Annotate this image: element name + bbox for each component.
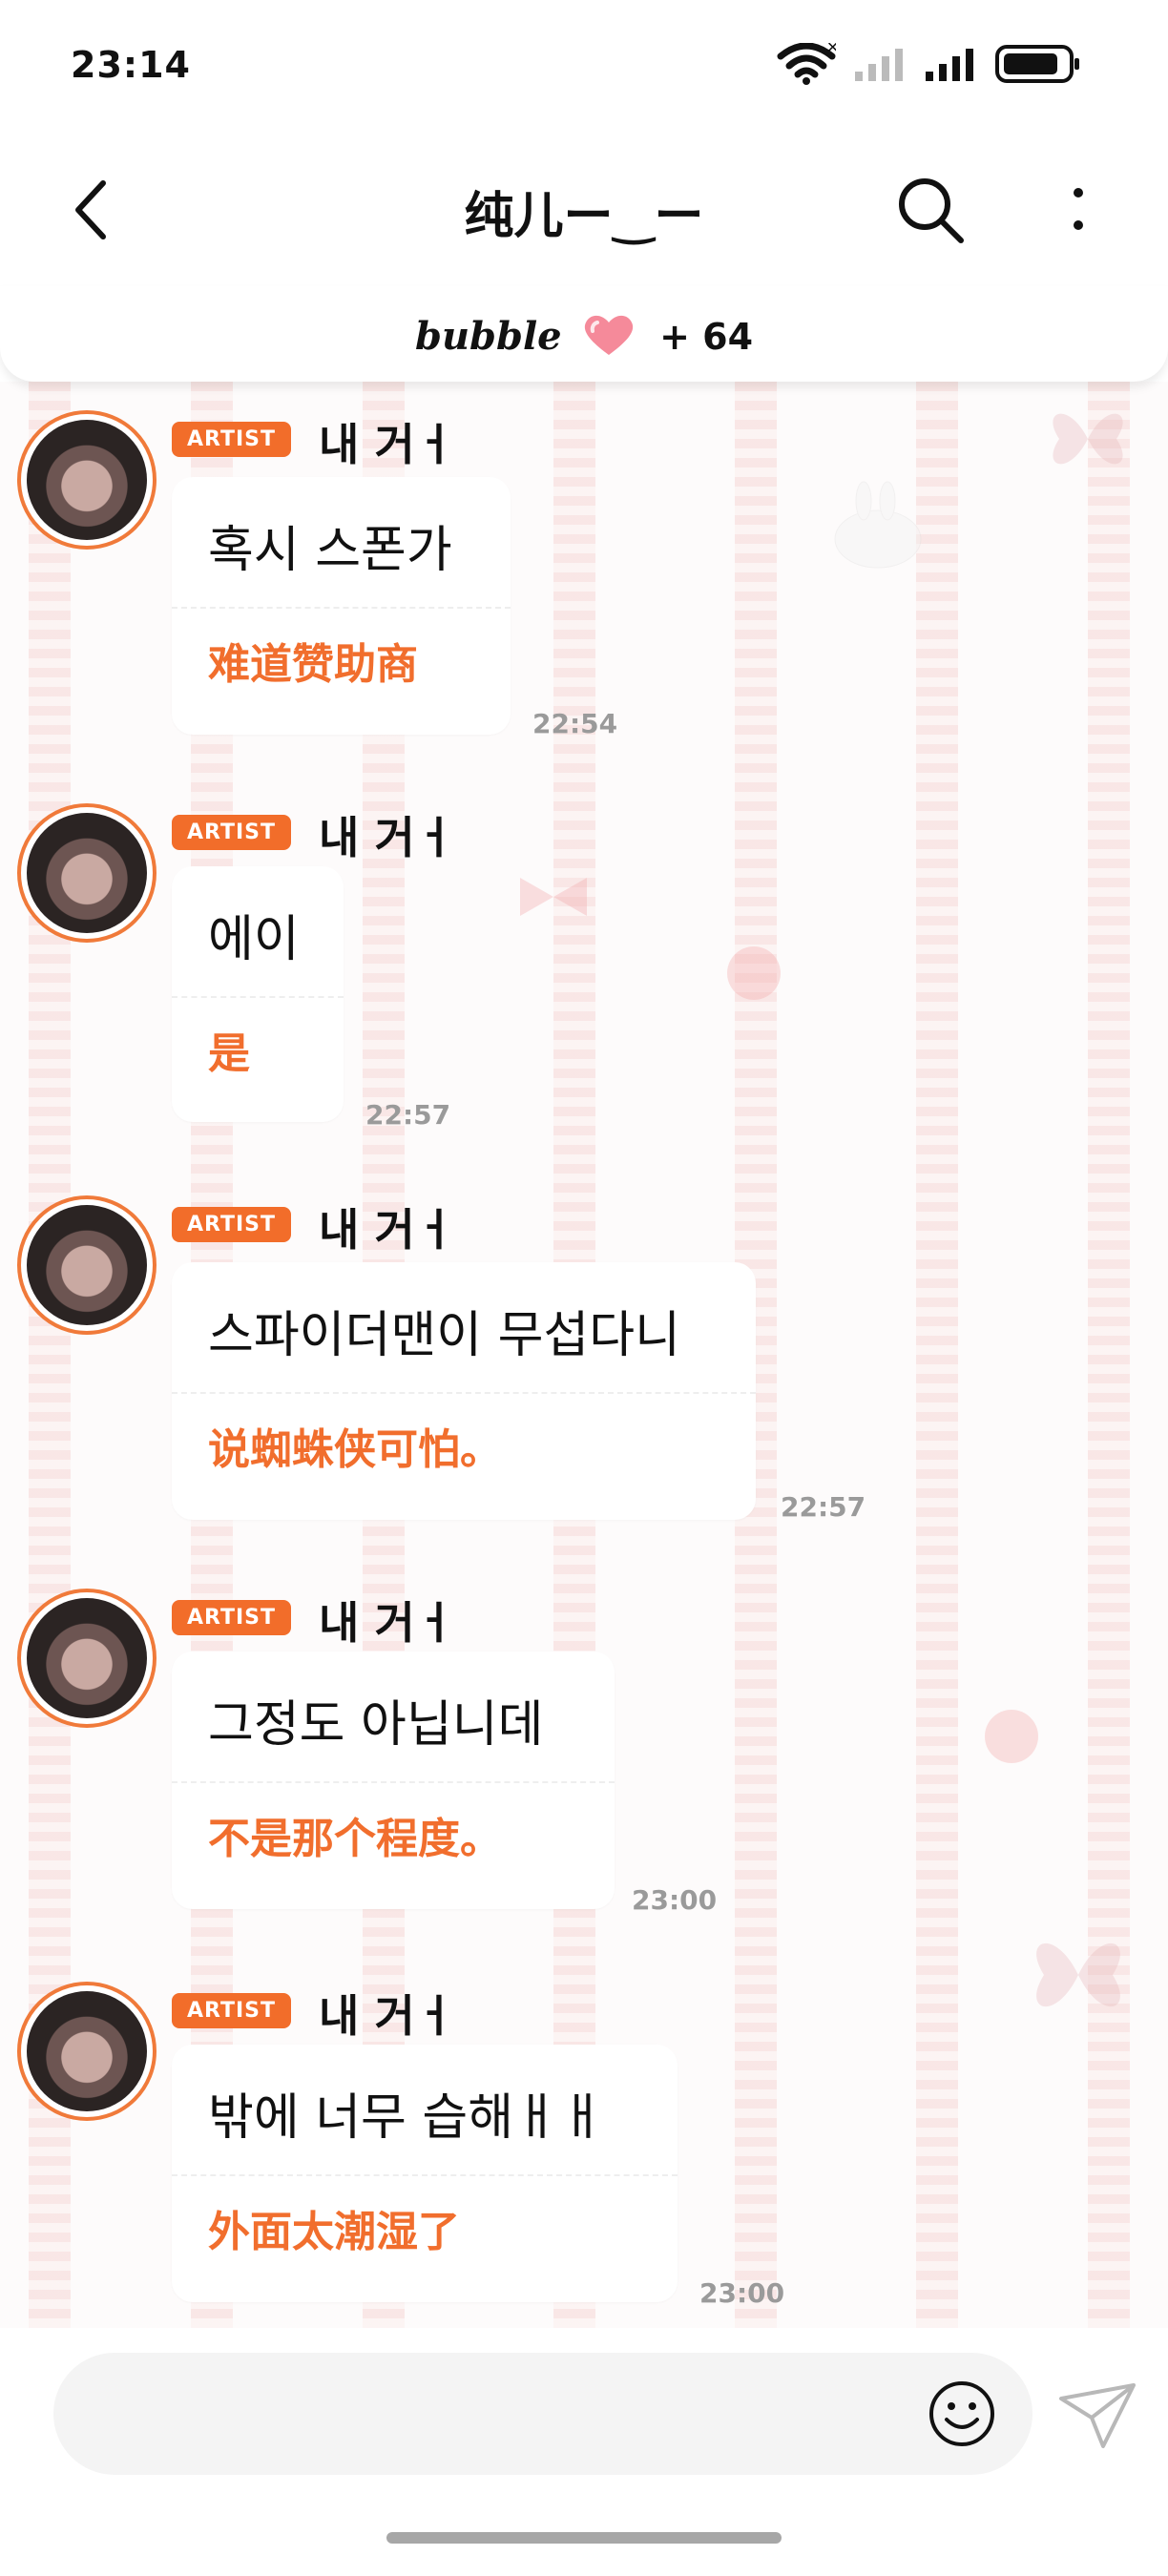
avatar-image: [27, 1598, 147, 1718]
wifi-icon: ✕: [777, 43, 836, 85]
status-time: 23:14: [71, 44, 191, 86]
artist-badge: ARTIST: [172, 422, 292, 457]
status-bar: 23:14 ✕: [0, 0, 1168, 134]
heart-icon: [584, 315, 633, 355]
message-text-chinese: 说蜘蛛侠可怕。: [208, 1425, 502, 1474]
rose-decoration-icon: [727, 946, 781, 1000]
message-bubble[interactable]: 밖에 너무 습해ㅐㅐ 外面太潮湿了: [172, 2045, 678, 2302]
artist-badge: ARTIST: [172, 1600, 292, 1635]
avatar-image: [27, 420, 147, 540]
message-bubble[interactable]: 그정도 아닙니데 不是那个程度。: [172, 1652, 615, 1909]
svg-text:✕: ✕: [826, 43, 836, 56]
battery-icon: [995, 45, 1079, 83]
bubble-logo: bubble: [414, 314, 562, 359]
bubble-divider: [172, 996, 344, 998]
message-bubble[interactable]: 에이 是: [172, 866, 344, 1122]
avatar[interactable]: [17, 803, 156, 943]
bubble-bar[interactable]: bubble + 64: [0, 286, 1168, 382]
message-text-korean: 스파이더맨이 무섭다니: [208, 1307, 680, 1364]
message-time: 23:00: [632, 1884, 718, 1916]
message-text-chinese: 是: [208, 1029, 250, 1078]
avatar[interactable]: [17, 1982, 156, 2121]
avatar[interactable]: [17, 1589, 156, 1728]
sender-name: 내 거ㅓ: [319, 419, 455, 470]
butterfly-decoration-icon: [1053, 413, 1123, 465]
sender-name: 내 거ㅓ: [319, 1597, 455, 1649]
avatar[interactable]: [17, 1195, 156, 1335]
bubble-divider: [172, 2174, 678, 2176]
avatar[interactable]: [17, 410, 156, 550]
avatar-image: [27, 813, 147, 933]
bunny-decoration-icon: [834, 481, 922, 569]
butterfly-decoration-icon-2: [1036, 1942, 1120, 2007]
search-button[interactable]: [892, 172, 969, 248]
sender-name: 내 거ㅓ: [319, 1990, 455, 2042]
message-input[interactable]: [53, 2353, 1032, 2475]
message-text-korean: 에이: [208, 911, 300, 968]
emoji-button[interactable]: [926, 2378, 998, 2450]
home-indicator[interactable]: [386, 2532, 782, 2544]
signal-icon-2: [926, 49, 973, 81]
message-text-korean: 그정도 아닙니데: [208, 1696, 544, 1754]
chat-header: 纯儿ー‿ー: [0, 134, 1168, 286]
message-time: 22:54: [532, 708, 618, 739]
message-time: 22:57: [365, 1099, 451, 1131]
sender-name: 내 거ㅓ: [319, 1204, 455, 1256]
sender-name: 내 거ㅓ: [319, 812, 455, 863]
more-vertical-icon: [1074, 188, 1083, 230]
bubble-bar-content: bubble + 64: [0, 311, 1168, 359]
message-text-korean: 밖에 너무 습해ㅐㅐ: [208, 2089, 605, 2147]
search-icon: [899, 178, 964, 243]
send-button[interactable]: [1057, 2379, 1137, 2450]
avatar-image: [27, 1991, 147, 2111]
message-time: 23:00: [699, 2277, 785, 2309]
wallpaper-stripe: [1088, 382, 1130, 2328]
message-text-chinese: 不是那个程度。: [208, 1815, 502, 1863]
message-text-korean: 혹시 스폰가: [208, 522, 452, 579]
wallpaper-stripe: [916, 382, 958, 2328]
chat-messages-area[interactable]: ARTIST 내 거ㅓ 혹시 스폰가 难道赞助商 22:54 ARTIST 내 …: [0, 382, 1168, 2328]
message-text-chinese: 难道赞助商: [208, 640, 418, 689]
avatar-image: [27, 1205, 147, 1325]
artist-badge: ARTIST: [172, 1207, 292, 1242]
status-icons: ✕: [777, 40, 1082, 88]
more-options-button[interactable]: [1050, 172, 1107, 248]
rose-decoration-icon-2: [985, 1710, 1038, 1763]
signal-icon-1: [855, 49, 903, 81]
bubble-divider: [172, 1392, 756, 1394]
message-bubble[interactable]: 스파이더맨이 무섭다니 说蜘蛛侠可怕。: [172, 1262, 756, 1520]
message-input-bar: [0, 2328, 1168, 2490]
message-text-chinese: 外面太潮湿了: [208, 2208, 460, 2256]
bubble-divider: [172, 1781, 615, 1783]
message-time: 22:57: [781, 1491, 866, 1523]
bow-decoration-icon: [520, 878, 587, 916]
message-bubble[interactable]: 혹시 스폰가 难道赞助商: [172, 477, 511, 735]
chat-title: 纯儿ー‿ー: [464, 188, 704, 245]
bubble-divider: [172, 607, 511, 609]
artist-badge: ARTIST: [172, 815, 292, 850]
send-icon: [1059, 2383, 1136, 2448]
emoji-icon: [929, 2381, 994, 2446]
artist-badge: ARTIST: [172, 1993, 292, 2028]
bubble-count: + 64: [659, 316, 754, 358]
